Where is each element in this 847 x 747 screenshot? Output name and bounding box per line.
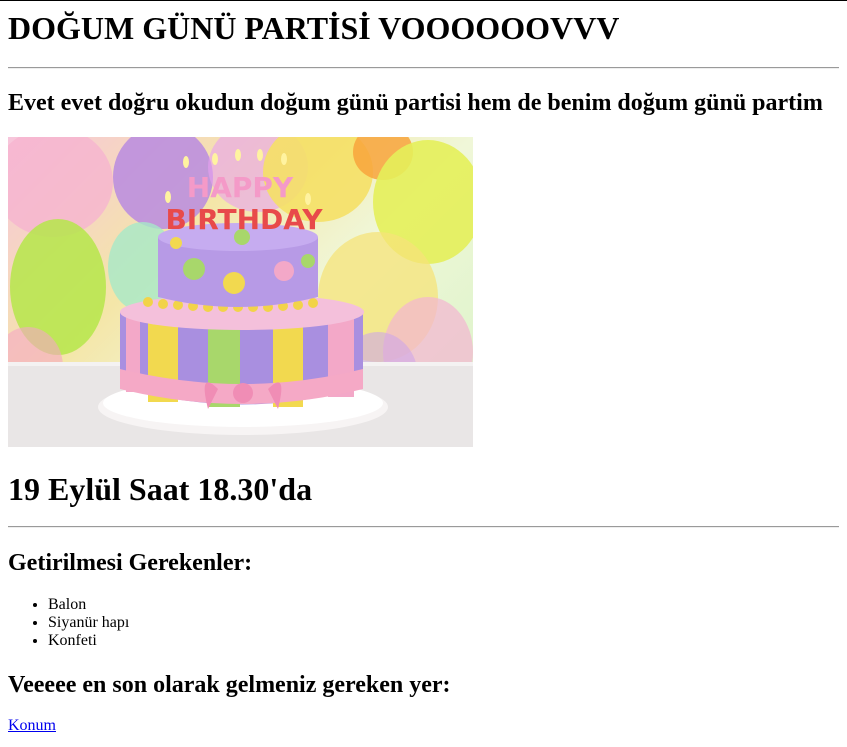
list-item: Konfeti [48, 632, 129, 650]
birthday-cake-illustration: HAPPY BIRTHDAY [8, 137, 473, 447]
needs-heading: Getirilmesi Gerekenler: [8, 550, 253, 576]
cake-topper-text: BIRTHDAY [165, 203, 323, 236]
birthday-cake-image: HAPPY BIRTHDAY [8, 137, 473, 447]
location-heading: Veeeee en son olarak gelmeniz gereken ye… [8, 672, 451, 698]
list-item: Balon [48, 596, 129, 614]
divider [8, 67, 839, 69]
divider [8, 526, 839, 528]
needs-list: Balon Siyanür hapı Konfeti [8, 596, 129, 650]
page-title: DOĞUM GÜNÜ PARTİSİ VOOOOOOVVV [8, 10, 620, 46]
party-date: 19 Eylül Saat 18.30'da [8, 471, 313, 507]
location-link[interactable]: Konum [8, 717, 56, 735]
list-item: Siyanür hapı [48, 614, 129, 632]
subtitle: Evet evet doğru okudun doğum günü partis… [8, 90, 823, 116]
cake-topper-text: HAPPY [187, 171, 294, 204]
